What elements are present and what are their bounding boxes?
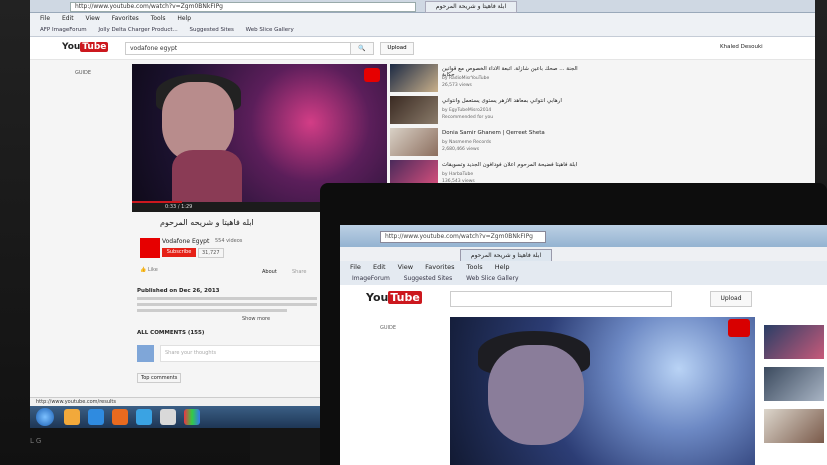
search-input[interactable] (450, 291, 672, 307)
comments-header: ALL COMMENTS (155) (137, 330, 205, 336)
favorite-link[interactable]: Web Slice Gallery (466, 275, 518, 282)
video-player[interactable] (450, 317, 755, 465)
laptop-menu-bar: File Edit View Favorites Tools Help (340, 261, 827, 273)
recommended-views: Recommended for you (442, 115, 494, 120)
monitor-logo: LG (30, 437, 44, 445)
channel-name[interactable]: Vodafone Egypt (162, 238, 209, 245)
subscriber-count: 31,727 (198, 248, 224, 258)
vodafone-logo-icon (364, 68, 380, 82)
subscribe-button[interactable]: Subscribe (162, 248, 196, 257)
favorite-link[interactable]: Web Slice Gallery (246, 27, 294, 33)
favorite-link[interactable]: Jolly Delta Charger Product... (98, 27, 177, 33)
youtube-logo[interactable]: You Tube (366, 291, 422, 304)
favorite-link[interactable]: Suggested Sites (190, 27, 234, 33)
windows-icon[interactable] (184, 409, 200, 425)
video-thumbnail[interactable] (390, 64, 438, 92)
recommended-channel: by RadioMisrYouTube (442, 76, 490, 81)
internet-explorer-icon[interactable] (136, 409, 152, 425)
youtube-header: You Tube vodafone egypt 🔍 Upload Khaled D… (30, 37, 815, 60)
menu-help[interactable]: Help (177, 15, 191, 22)
channel-avatar[interactable] (140, 238, 160, 258)
publish-date: Published on Dec 26, 2013 (137, 288, 220, 294)
folder-icon[interactable] (160, 409, 176, 425)
menu-bar: File Edit View Favorites Tools Help (30, 13, 815, 25)
description-line (137, 309, 287, 312)
menu-favorites[interactable]: Favorites (425, 263, 454, 271)
video-progress-bar[interactable] (132, 201, 182, 203)
show-more-button[interactable]: Show more (242, 316, 270, 322)
menu-tools[interactable]: Tools (467, 263, 483, 271)
address-bar[interactable]: http://www.youtube.com/watch?v=Zgm0BNkFI… (70, 2, 416, 12)
user-name[interactable]: Khaled Desouki (720, 44, 763, 50)
menu-view[interactable]: View (86, 15, 100, 22)
recommended-channel: by Nasmeme Records (442, 140, 492, 145)
recommended-views: 26,573 views (442, 83, 472, 88)
menu-favorites[interactable]: Favorites (112, 15, 139, 22)
laptop-address-bar[interactable]: http://www.youtube.com/watch?v=Zgm0BNkFI… (380, 231, 546, 243)
video-time: 0:33 / 1:29 (165, 204, 193, 210)
recommended-views: 2,680,466 views (442, 147, 480, 152)
guide-menu[interactable]: GUIDE (380, 325, 396, 331)
browser-tab[interactable]: ابلة فاهيتا و شريحة المرحوم (425, 1, 517, 13)
avatar (137, 345, 154, 362)
menu-file[interactable]: File (350, 263, 361, 271)
recommended-video[interactable]: الجنة ... صحك باعين شازلة. اتبعة الاداء … (390, 64, 810, 96)
favorite-link[interactable]: ImageForum (352, 275, 390, 282)
tab-share[interactable]: Share (292, 269, 306, 275)
youtube-logo[interactable]: You Tube (62, 42, 109, 52)
laptop-screen: http://www.youtube.com/watch?v=Zgm0BNkFI… (340, 225, 827, 465)
menu-tools[interactable]: Tools (151, 15, 166, 22)
recommended-title[interactable]: ابلة فاهيتا فضيحة المرحوم اعلان فودافون … (442, 162, 582, 168)
menu-file[interactable]: File (40, 15, 50, 22)
favorite-link[interactable]: Suggested Sites (404, 275, 452, 282)
recommended-video[interactable]: Donia Samir Ghanem | Qerreet Sheta by Na… (390, 128, 810, 160)
browser-titlebar: http://www.youtube.com/watch?v=Zgm0BNkFI… (30, 0, 815, 13)
video-thumbnail[interactable] (764, 367, 824, 401)
guide-menu[interactable]: GUIDE (75, 70, 91, 76)
media-player-icon[interactable] (88, 409, 104, 425)
video-thumbnail[interactable] (390, 96, 438, 124)
explorer-icon[interactable] (64, 409, 80, 425)
menu-view[interactable]: View (398, 263, 413, 271)
upload-button[interactable]: Upload (380, 42, 414, 55)
video-thumbnail[interactable] (390, 128, 438, 156)
upload-button[interactable]: Upload (710, 291, 752, 307)
like-label: Like (147, 267, 158, 273)
menu-edit[interactable]: Edit (373, 263, 386, 271)
menu-help[interactable]: Help (495, 263, 510, 271)
favorites-bar: AFP ImageForum Jolly Delta Charger Produ… (30, 25, 815, 37)
search-input[interactable]: vodafone egypt (125, 42, 351, 55)
puppet-body (172, 150, 242, 210)
video-title: ابله فاهيتا و شريحه المرحوم (160, 218, 254, 227)
menu-edit[interactable]: Edit (62, 15, 74, 22)
monitor-stand (250, 428, 330, 465)
description-line (137, 297, 317, 300)
start-button[interactable] (36, 408, 54, 426)
vodafone-logo-icon (728, 319, 750, 337)
laptop-browser-titlebar: http://www.youtube.com/watch?v=Zgm0BNkFI… (340, 225, 827, 247)
top-comments-dropdown[interactable]: Top comments (137, 373, 182, 383)
tab-about[interactable]: About (262, 269, 277, 275)
video-thumbnail[interactable] (764, 409, 824, 443)
laptop-youtube-page: You Tube Upload GUIDE (340, 285, 827, 465)
comment-input[interactable]: Share your thoughts (160, 345, 326, 362)
search-icon[interactable]: 🔍 (350, 42, 374, 55)
firefox-icon[interactable] (112, 409, 128, 425)
recommended-title[interactable]: ارهابي انتواني بمعاهد الازهر يستوى يستعم… (442, 98, 582, 104)
favorite-link[interactable]: AFP ImageForum (40, 27, 87, 33)
like-button[interactable]: 👍 Like (140, 267, 158, 273)
video-thumbnail[interactable] (764, 325, 824, 359)
description-line (137, 303, 317, 306)
recommended-title[interactable]: Donia Samir Ghanem | Qerreet Sheta (442, 130, 582, 136)
video-count: 554 videos (215, 238, 243, 244)
recommended-channel: by EgyTubeMisro2014 (442, 108, 492, 113)
recommended-channel: by HarbaTube (442, 172, 474, 177)
puppet-figure (488, 345, 584, 445)
recommended-video[interactable]: ارهابي انتواني بمعاهد الازهر يستوى يستعم… (390, 96, 810, 128)
